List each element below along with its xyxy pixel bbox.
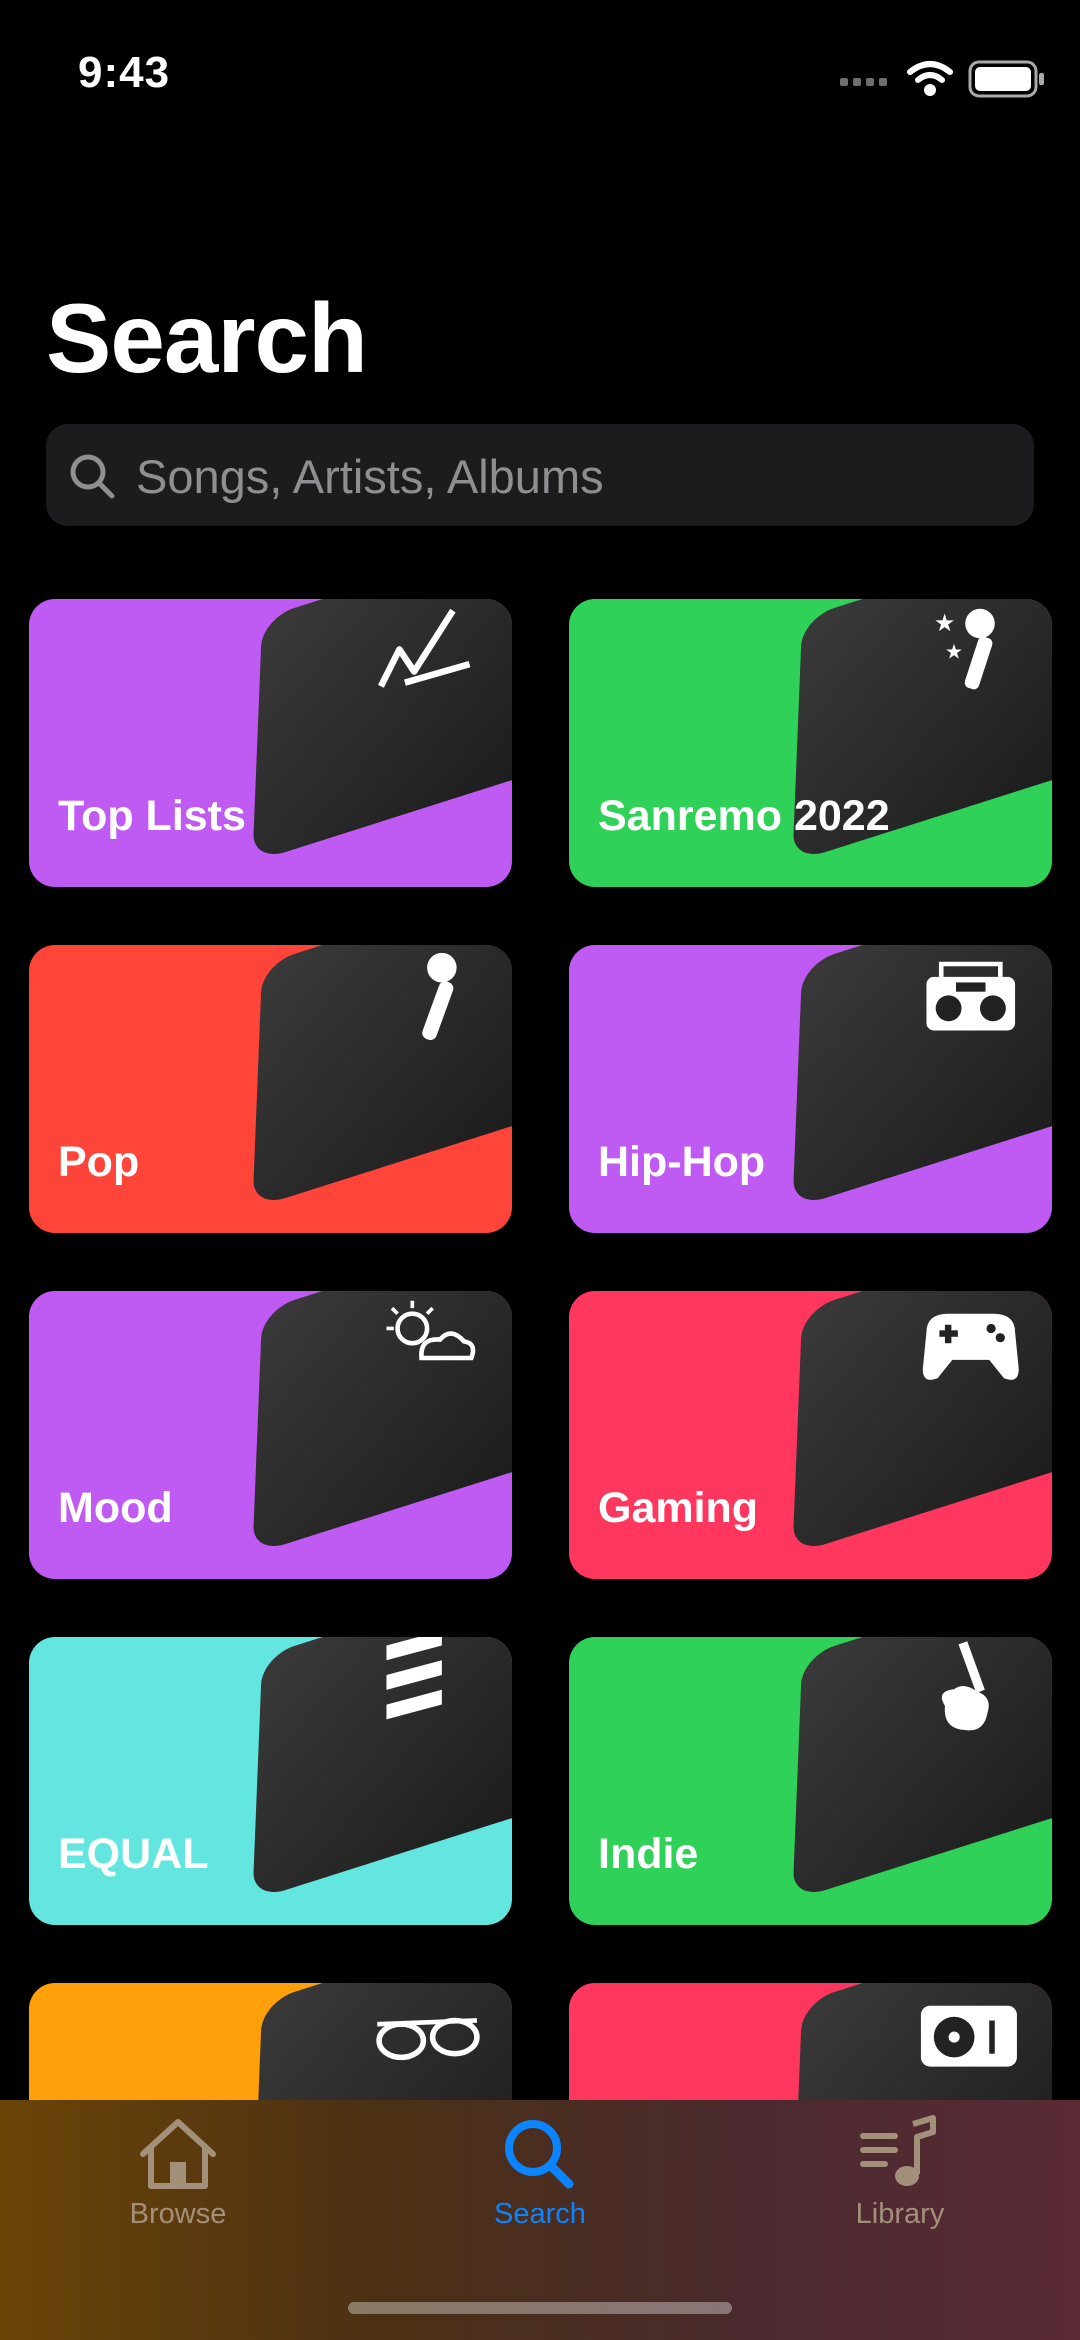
- category-tile[interactable]: Indie: [569, 1637, 1052, 1925]
- weather-icon: [386, 1300, 476, 1361]
- tab-search[interactable]: Search: [420, 2114, 660, 2284]
- category-tile[interactable]: Mood: [29, 1291, 512, 1579]
- chart-icon: [378, 608, 471, 688]
- home-indicator: [348, 2302, 732, 2314]
- category-grid: Top Lists ★ ★ Sanremo 2022 Pop Hip-Hop Mood Gam…: [0, 0, 1080, 2100]
- category-label: Indie: [598, 1830, 699, 1878]
- category-tile[interactable]: ★ ★ Sanremo 2022: [569, 599, 1052, 887]
- category-tile[interactable]: EQUAL: [29, 1637, 512, 1925]
- music-list-icon: [860, 2115, 936, 2186]
- tab-browse-label: Browse: [129, 2198, 227, 2230]
- tab-search-label: Search: [494, 2198, 586, 2230]
- tab-library-label: Library: [855, 2198, 945, 2230]
- gamepad-icon: [922, 1313, 1019, 1380]
- svg-text:★: ★: [934, 610, 956, 637]
- guitar-icon: [941, 1641, 989, 1731]
- category-label: Sanremo 2022: [598, 792, 890, 840]
- microphone-stars-icon: ★★: [934, 608, 995, 690]
- home-icon: [140, 2119, 216, 2189]
- boombox-icon: [926, 961, 1016, 1031]
- category-label: Mood: [58, 1484, 173, 1532]
- category-tile[interactable]: Hip-Hop: [569, 945, 1052, 1233]
- turntable-icon: [920, 2005, 1017, 2067]
- microphone-icon: [422, 952, 457, 1041]
- category-label: Gaming: [598, 1484, 759, 1532]
- tab-library[interactable]: Library: [780, 2114, 1020, 2284]
- tab-browse[interactable]: Browse: [58, 2114, 298, 2284]
- category-label: Top Lists: [58, 792, 246, 840]
- svg-text:★: ★: [945, 642, 963, 664]
- category-label: Hip-Hop: [598, 1138, 766, 1186]
- search-icon: [505, 2120, 574, 2189]
- equal-bars-icon: [386, 1637, 442, 1720]
- category-label: EQUAL: [58, 1830, 209, 1878]
- category-label: Pop: [58, 1138, 140, 1186]
- category-tile[interactable]: [29, 1983, 512, 2100]
- category-tile[interactable]: Pop: [29, 945, 512, 1233]
- category-tile[interactable]: Top Lists: [29, 599, 512, 887]
- sunglasses-icon: [376, 2017, 480, 2061]
- category-tile[interactable]: Gaming: [569, 1291, 1052, 1579]
- category-tile[interactable]: [569, 1983, 1052, 2100]
